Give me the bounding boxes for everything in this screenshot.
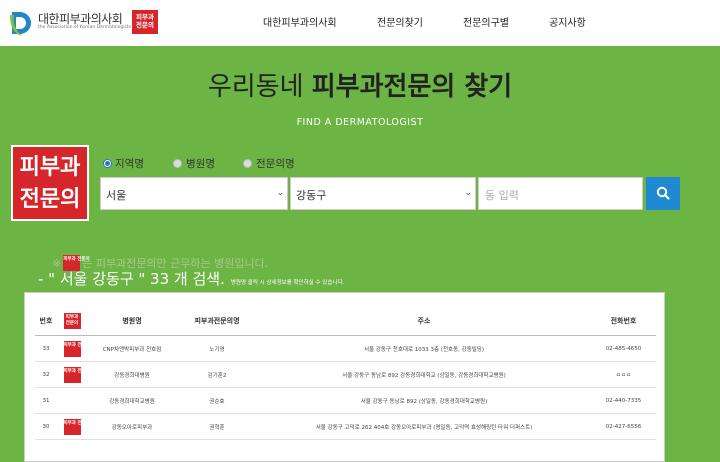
badge-line-1: 피부과 [19, 155, 81, 180]
dong-input[interactable]: 동 입력 [478, 177, 643, 210]
radio-doctor-label: 전문의명 [256, 158, 295, 170]
hospital-address: 서울 강동구 고덕로 262 404호 강동오아로피부과 (명일동, 고덕역 효… [257, 413, 591, 440]
hospital-phone: ㅁㅁㅁ [591, 361, 656, 388]
search-button[interactable] [646, 177, 680, 210]
site-logo[interactable]: 대한피부과의사회 the Association of Korean Derma… [8, 7, 158, 37]
hospital-name-link[interactable]: 강동오아로피부과 [87, 413, 177, 440]
district-select[interactable]: 강동구 ⌄ [290, 177, 476, 210]
row-number: 31 [35, 387, 57, 414]
badge-line-2: 전문의 [19, 187, 81, 212]
col-header-address: 주소 [257, 307, 591, 336]
row-badge-cell: 피부과 전문의 [57, 361, 90, 388]
radio-hospital[interactable]: 병원명 [173, 156, 215, 171]
radio-hospital-label: 병원명 [186, 158, 215, 170]
doctor-name: 권혁훈 [177, 413, 257, 440]
hospital-address: 서울 강동구 동남로 892 (상일동, 강동경희대학교병원) [257, 387, 591, 414]
doctor-name: 김기훈2 [177, 361, 257, 388]
radio-region-label: 지역명 [115, 158, 144, 170]
radio-unchecked-icon [173, 159, 182, 168]
nav-association[interactable]: 대한피부과의사회 [263, 14, 337, 29]
col-header-doctor: 피부과전문의명 [177, 307, 257, 336]
row-number: 33 [35, 335, 57, 362]
page-title-bold: 피부과전문의 찾기 [311, 72, 513, 102]
region-select-value: 서울 [106, 189, 127, 202]
table-row: 31 강동경희대학교병원 권순효 서울 강동구 동남로 892 (상일동, 강동… [35, 387, 656, 414]
top-navigation-bar: 대한피부과의사회 the Association of Korean Derma… [0, 0, 720, 46]
table-row: 30 피부과 전문의 강동오아로피부과 권혁훈 서울 강동구 고덕로 262 4… [35, 413, 656, 440]
col-header-number: 번호 [35, 307, 57, 336]
row-number: 30 [35, 413, 57, 440]
row-number: 32 [35, 361, 57, 388]
hospital-phone: 02-485-4650 [591, 335, 656, 362]
dong-input-placeholder: 동 입력 [485, 189, 519, 202]
table-row: 33 피부과 전문의 CNP차앤박피부과 천호점 노기영 서울 강동구 천호대로… [35, 335, 656, 362]
result-summary: - " 서울 강동구 " 33 개 검색. 병원명 클릭 시 상세정보를 확인하… [38, 268, 344, 289]
radio-checked-icon [104, 160, 111, 167]
table-row: 32 피부과 전문의 강동경희대병원 김기훈2 서울 강동구 동남로 892 강… [35, 361, 656, 388]
row-badge-cell: 피부과 전문의 [57, 413, 90, 440]
col-header-hospital: 병원명 [87, 307, 177, 336]
result-count: - " 서울 강동구 " 33 개 검색. [38, 270, 225, 288]
chevron-down-icon: ⌄ [276, 188, 284, 198]
nav-notices[interactable]: 공지사항 [549, 14, 586, 29]
hospital-address: 서울 강동구 천호대로 1033 3층 (천호동, 강동빌딩) [257, 335, 591, 362]
hospital-name-link[interactable]: CNP차앤박피부과 천호점 [87, 335, 177, 362]
hospital-phone: 02-427-6556 [591, 413, 656, 440]
radio-unchecked-icon [243, 159, 252, 168]
row-badge-cell [57, 387, 87, 414]
hospital-phone: 02-440-7335 [591, 387, 656, 414]
logo-specialist-badge: 피부과 전문의 [132, 10, 158, 34]
header-specialist-badge: 피부과 전문의 [63, 313, 81, 329]
col-header-phone: 전화번호 [591, 307, 656, 336]
results-panel: 번호 피부과 전문의 병원명 피부과전문의명 주소 전화번호 33 피부과 전문… [24, 292, 665, 462]
col-header-badge: 피부과 전문의 [57, 307, 87, 336]
doctor-name: 권순효 [177, 387, 257, 414]
search-icon [656, 186, 670, 200]
radio-doctor[interactable]: 전문의명 [243, 156, 295, 171]
page-title-light: 우리동네 [207, 72, 312, 102]
row-specialist-badge: 피부과 전문의 [63, 366, 90, 383]
row-specialist-badge: 피부과 전문의 [63, 340, 90, 357]
radio-region[interactable]: 지역명 [104, 156, 144, 171]
nav-find-specialist[interactable]: 전문의찾기 [377, 14, 423, 29]
hospital-name-link[interactable]: 강동경희대병원 [87, 361, 177, 388]
specialist-badge-large: 피부과 전문의 [11, 145, 89, 221]
table-header-row: 번호 피부과 전문의 병원명 피부과전문의명 주소 전화번호 [35, 307, 656, 336]
logo-subtitle: the Association of Korean Dermatologists [38, 25, 131, 30]
page-subtitle: FIND A DERMATOLOGIST [296, 117, 424, 128]
hospital-address: 서울 강동구 동남로 892 강동경희대학교 (상일동, 강동경희대학교병원) [257, 361, 591, 388]
chevron-down-icon: ⌄ [464, 188, 472, 198]
district-select-value: 강동구 [296, 189, 327, 202]
row-specialist-badge: 피부과 전문의 [63, 418, 90, 435]
row-badge-cell: 피부과 전문의 [57, 335, 90, 362]
results-table: 번호 피부과 전문의 병원명 피부과전문의명 주소 전화번호 33 피부과 전문… [35, 307, 656, 440]
region-select[interactable]: 서울 ⌄ [100, 177, 288, 210]
doctor-name: 노기영 [177, 335, 257, 362]
logo-mark-icon [10, 12, 31, 36]
nav-specialist-by-district[interactable]: 전문의구별 [463, 14, 509, 29]
page-title: 우리동네 피부과전문의 찾기 [0, 66, 720, 103]
hospital-name-link[interactable]: 강동경희대학교병원 [87, 387, 177, 414]
result-hint: 병원명 클릭 시 상세정보를 확인하실 수 있습니다. [230, 280, 345, 286]
